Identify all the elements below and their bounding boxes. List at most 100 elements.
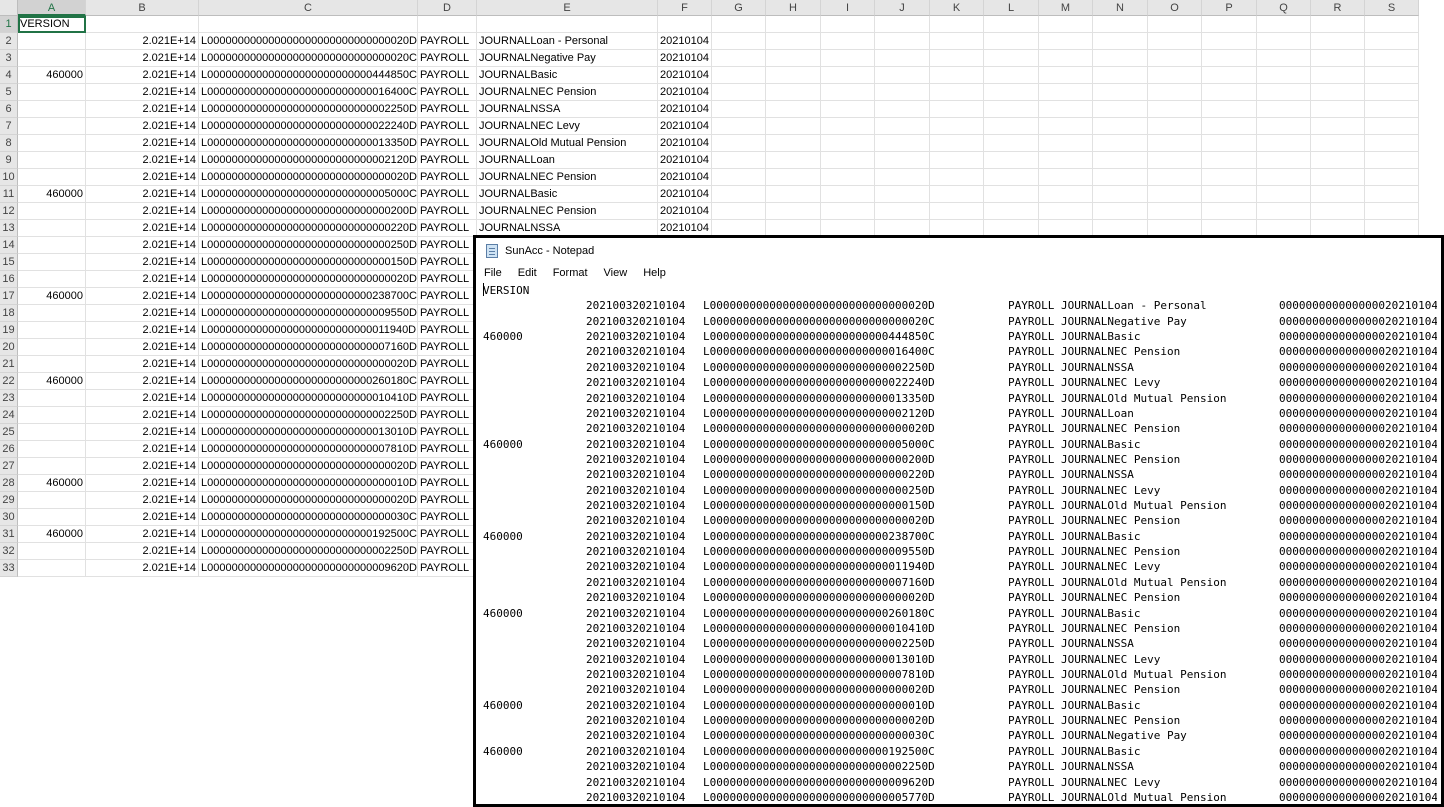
cell[interactable]: 20210104 bbox=[658, 50, 712, 67]
cell[interactable] bbox=[1148, 50, 1202, 67]
cell[interactable]: L000000000000000000000000000002250D bbox=[199, 407, 418, 424]
cell[interactable] bbox=[930, 135, 984, 152]
cell[interactable] bbox=[821, 152, 875, 169]
cell[interactable] bbox=[1039, 135, 1093, 152]
cell[interactable]: PAYROLL bbox=[418, 356, 477, 373]
cell[interactable] bbox=[18, 356, 86, 373]
cell[interactable]: 20210104 bbox=[658, 203, 712, 220]
cell[interactable]: PAYROLL bbox=[418, 254, 477, 271]
cell[interactable]: PAYROLL bbox=[418, 458, 477, 475]
row-header[interactable]: 25 bbox=[0, 424, 18, 441]
cell[interactable] bbox=[766, 135, 821, 152]
cell[interactable] bbox=[18, 33, 86, 50]
cell[interactable] bbox=[18, 390, 86, 407]
cell[interactable] bbox=[18, 441, 86, 458]
cell[interactable]: L000000000000000000000000000238700C bbox=[199, 288, 418, 305]
cell[interactable] bbox=[1093, 118, 1148, 135]
cell[interactable] bbox=[1365, 152, 1419, 169]
cell[interactable] bbox=[86, 16, 199, 33]
cell[interactable] bbox=[1202, 101, 1257, 118]
cell[interactable] bbox=[1202, 67, 1257, 84]
column-header-b[interactable]: B bbox=[86, 0, 199, 16]
cell[interactable]: 20210104 bbox=[658, 101, 712, 118]
menu-help[interactable]: Help bbox=[641, 267, 668, 279]
cell[interactable] bbox=[1257, 152, 1311, 169]
menu-format[interactable]: Format bbox=[551, 267, 590, 279]
cell[interactable]: PAYROLL bbox=[418, 288, 477, 305]
column-header-n[interactable]: N bbox=[1093, 0, 1148, 16]
cell[interactable] bbox=[984, 33, 1039, 50]
cell[interactable] bbox=[875, 50, 930, 67]
cell[interactable]: PAYROLL bbox=[418, 237, 477, 254]
column-header-j[interactable]: J bbox=[875, 0, 930, 16]
cell[interactable] bbox=[18, 322, 86, 339]
cell[interactable] bbox=[1257, 16, 1311, 33]
row-header[interactable]: 1 bbox=[0, 16, 18, 33]
cell[interactable] bbox=[1365, 67, 1419, 84]
cell[interactable]: PAYROLL bbox=[418, 118, 477, 135]
cell[interactable]: L000000000000000000000000000002250D bbox=[199, 543, 418, 560]
cell[interactable]: 460000 bbox=[18, 186, 86, 203]
cell[interactable] bbox=[766, 169, 821, 186]
cell[interactable]: L000000000000000000000000000002250D bbox=[199, 101, 418, 118]
cell[interactable] bbox=[1039, 186, 1093, 203]
cell[interactable]: PAYROLL bbox=[418, 373, 477, 390]
cell[interactable]: 460000 bbox=[18, 475, 86, 492]
column-header-c[interactable]: C bbox=[199, 0, 418, 16]
cell[interactable]: 20210104 bbox=[658, 33, 712, 50]
cell[interactable]: 2.021E+14 bbox=[86, 475, 199, 492]
cell[interactable]: 2.021E+14 bbox=[86, 509, 199, 526]
cell[interactable]: JOURNALNEC Pension bbox=[477, 203, 658, 220]
cell[interactable] bbox=[1039, 118, 1093, 135]
cell[interactable]: L000000000000000000000000000011940D bbox=[199, 322, 418, 339]
cell[interactable]: PAYROLL bbox=[418, 509, 477, 526]
cell[interactable] bbox=[1039, 203, 1093, 220]
cell[interactable]: 2.021E+14 bbox=[86, 271, 199, 288]
cell[interactable] bbox=[984, 67, 1039, 84]
column-header-r[interactable]: R bbox=[1311, 0, 1365, 16]
row-header[interactable]: 12 bbox=[0, 203, 18, 220]
row-header[interactable]: 7 bbox=[0, 118, 18, 135]
cell[interactable]: PAYROLL bbox=[418, 339, 477, 356]
cell[interactable] bbox=[1311, 203, 1365, 220]
cell[interactable]: 2.021E+14 bbox=[86, 254, 199, 271]
cell[interactable] bbox=[1148, 118, 1202, 135]
cell[interactable] bbox=[875, 67, 930, 84]
cell[interactable]: 2.021E+14 bbox=[86, 339, 199, 356]
cell[interactable] bbox=[712, 50, 766, 67]
cell[interactable]: 2.021E+14 bbox=[86, 441, 199, 458]
cell[interactable]: L000000000000000000000000000010410D bbox=[199, 390, 418, 407]
cell[interactable]: L000000000000000000000000000000020C bbox=[199, 50, 418, 67]
cell[interactable]: L000000000000000000000000000000020D bbox=[199, 356, 418, 373]
cell[interactable] bbox=[984, 135, 1039, 152]
cell[interactable] bbox=[1093, 84, 1148, 101]
cell[interactable]: JOURNALBasic bbox=[477, 67, 658, 84]
cell[interactable]: 2.021E+14 bbox=[86, 543, 199, 560]
cell[interactable]: L000000000000000000000000000009550D bbox=[199, 305, 418, 322]
cell[interactable] bbox=[1093, 152, 1148, 169]
row-header[interactable]: 20 bbox=[0, 339, 18, 356]
cell[interactable] bbox=[18, 509, 86, 526]
cell[interactable] bbox=[18, 271, 86, 288]
cell[interactable] bbox=[984, 186, 1039, 203]
cell[interactable] bbox=[18, 135, 86, 152]
row-header[interactable]: 21 bbox=[0, 356, 18, 373]
cell[interactable] bbox=[712, 84, 766, 101]
cell[interactable] bbox=[712, 135, 766, 152]
cell[interactable] bbox=[984, 203, 1039, 220]
cell[interactable] bbox=[984, 16, 1039, 33]
cell[interactable] bbox=[1093, 186, 1148, 203]
cell[interactable] bbox=[1148, 186, 1202, 203]
cell[interactable] bbox=[1311, 67, 1365, 84]
cell[interactable] bbox=[1148, 135, 1202, 152]
cell[interactable] bbox=[1202, 16, 1257, 33]
cell[interactable] bbox=[930, 169, 984, 186]
cell[interactable] bbox=[1093, 50, 1148, 67]
cell[interactable] bbox=[984, 152, 1039, 169]
cell[interactable] bbox=[766, 16, 821, 33]
cell[interactable] bbox=[712, 152, 766, 169]
cell[interactable] bbox=[766, 118, 821, 135]
menu-file[interactable]: File bbox=[482, 267, 504, 279]
cell[interactable]: 2.021E+14 bbox=[86, 67, 199, 84]
cell[interactable] bbox=[930, 186, 984, 203]
